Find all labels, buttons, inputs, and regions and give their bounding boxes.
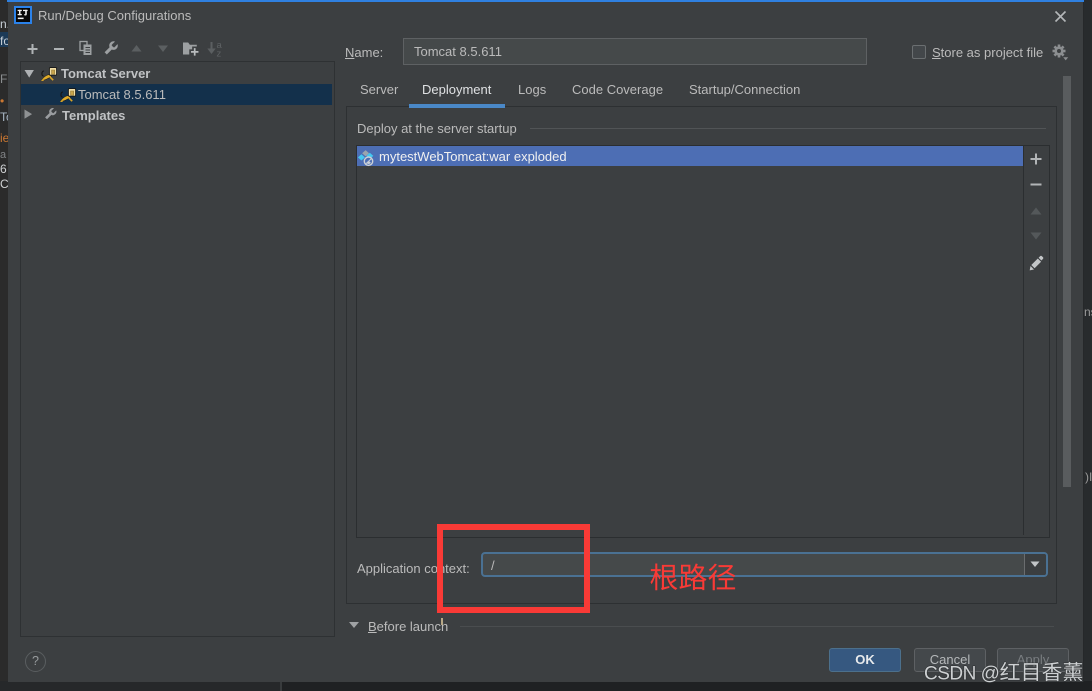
svg-text:CSDN @: CSDN @ bbox=[924, 664, 999, 685]
svg-text:z: z bbox=[217, 49, 222, 60]
